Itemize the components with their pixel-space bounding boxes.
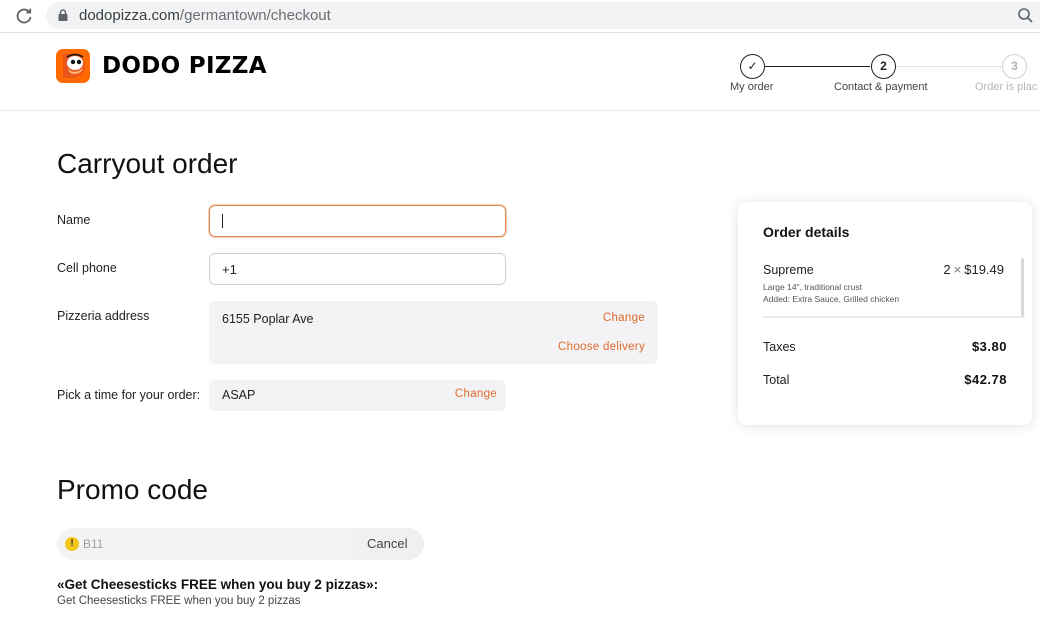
dodo-logo-icon	[56, 49, 90, 83]
divider	[763, 316, 1025, 318]
page-title: Carryout order	[57, 148, 238, 179]
step-2-marker: 2	[871, 54, 896, 79]
item-name: Supreme	[763, 263, 814, 277]
choose-delivery-link[interactable]: Choose delivery	[558, 341, 645, 353]
step-2-label: Contact & payment	[834, 81, 928, 93]
brand-logo[interactable]: DODO PIZZA	[56, 48, 267, 84]
phone-input[interactable]: +1	[209, 253, 506, 285]
time-box: ASAP Change	[209, 380, 506, 411]
url-path: /germantown/checkout	[179, 7, 331, 24]
promo-title: Promo code	[57, 474, 208, 505]
promo-code-value: B11	[83, 537, 104, 551]
taxes-label: Taxes	[763, 340, 796, 354]
step-3-label: Order is plac	[975, 81, 1038, 93]
address-label: Pizzeria address	[57, 309, 150, 323]
step-connector-2	[897, 66, 1001, 67]
step-connector-1	[765, 66, 870, 67]
promo-offer-title: «Get Cheesesticks FREE when you buy 2 pi…	[57, 577, 379, 592]
time-value: ASAP	[222, 388, 256, 402]
warning-icon: !	[65, 537, 79, 551]
order-details-card: Order details Supreme 2 × $19.49 Large 14"…	[738, 202, 1032, 425]
browser-toolbar: dodopizza.com/germantown/checkout	[0, 0, 1040, 33]
text-caret	[222, 214, 223, 228]
taxes-value: $3.80	[971, 339, 1007, 354]
promo-code-field[interactable]: ! B11 Cancel	[57, 528, 424, 560]
phone-value: +1	[222, 261, 237, 277]
promo-offer-description: Get Cheesesticks FREE when you buy 2 piz…	[57, 595, 301, 607]
step-1-label: My order	[730, 81, 774, 93]
item-qty: 2	[943, 262, 951, 277]
order-details-title: Order details	[763, 224, 850, 240]
items-scrollbar[interactable]	[1021, 258, 1024, 318]
promo-cancel-button[interactable]: Cancel	[367, 536, 407, 551]
address-bar[interactable]: dodopizza.com/germantown/checkout	[46, 2, 1040, 29]
name-input[interactable]	[209, 205, 506, 237]
change-time-link[interactable]: Change	[455, 388, 497, 400]
brand-name: DODO PIZZA	[102, 53, 267, 79]
lock-icon	[58, 9, 68, 21]
step-1-marker: ✓	[740, 54, 765, 79]
address-box: 6155 Poplar Ave Change Choose delivery	[209, 301, 658, 364]
time-label: Pick a time for your order:	[57, 388, 201, 402]
url-text: dodopizza.com/germantown/checkout	[79, 7, 331, 24]
times-sign: ×	[953, 262, 962, 277]
step-3-marker: 3	[1002, 54, 1027, 79]
item-detail-crust: Large 14", traditional crust	[763, 282, 862, 292]
zoom-icon[interactable]	[1017, 7, 1034, 24]
total-label: Total	[763, 373, 790, 387]
phone-label: Cell phone	[57, 261, 117, 275]
change-address-link[interactable]: Change	[603, 312, 645, 324]
item-price: $19.49	[964, 262, 1004, 277]
site-header: DODO PIZZA ✓ My order 2 Contact & paymen…	[0, 34, 1040, 111]
url-host: dodopizza.com	[79, 7, 180, 24]
item-qty-price: 2 × $19.49	[943, 262, 1004, 277]
name-label: Name	[57, 213, 91, 227]
address-value: 6155 Poplar Ave	[222, 312, 314, 326]
total-value: $42.78	[964, 372, 1007, 387]
item-detail-toppings: Added: Extra Sauce, Grilled chicken	[763, 294, 900, 304]
reload-icon[interactable]	[14, 6, 34, 26]
